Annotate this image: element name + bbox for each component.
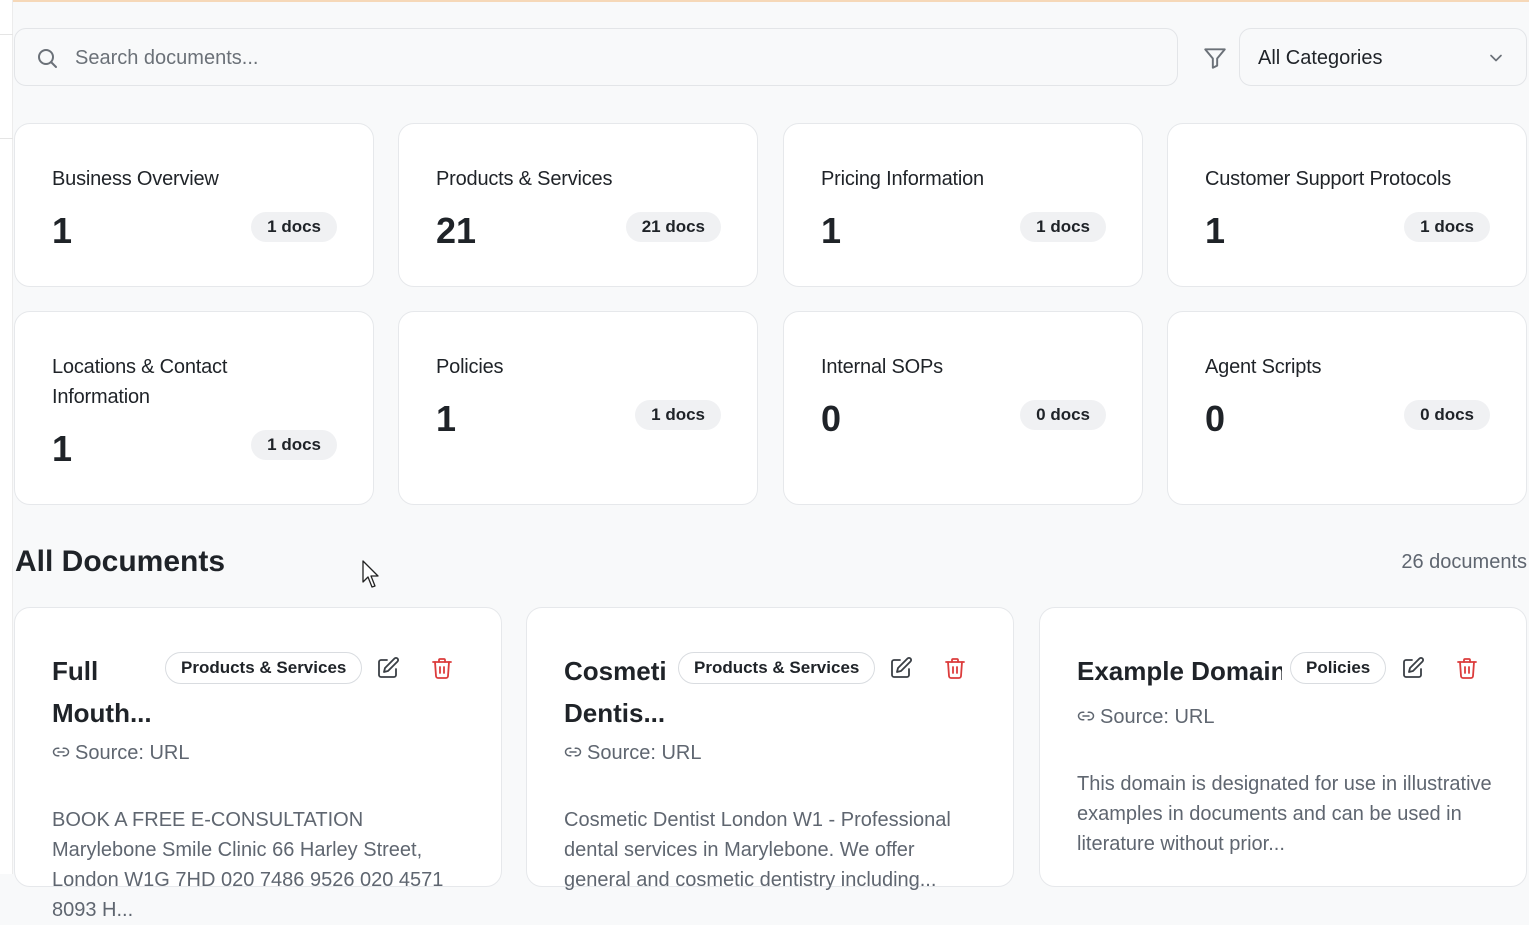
document-excerpt: Cosmetic Dentist London W1 - Professiona…: [564, 809, 951, 891]
edit-icon[interactable]: [376, 656, 400, 680]
category-doc-badge: 1 docs: [1020, 212, 1106, 242]
category-count: 0: [821, 398, 842, 439]
search-input[interactable]: [75, 39, 1155, 77]
document-source: Source: URL: [564, 742, 702, 765]
mouse-cursor-icon: [362, 560, 379, 588]
category-doc-badge: 0 docs: [1404, 400, 1490, 430]
search-box[interactable]: [14, 28, 1178, 86]
document-title[interactable]: Cosmetic Dentis...: [564, 650, 666, 734]
chevron-down-icon: [1490, 54, 1502, 62]
category-title: Internal SOPs: [821, 356, 943, 378]
category-select-value: All Categories: [1258, 47, 1383, 69]
category-count: 21: [436, 210, 477, 251]
document-card[interactable]: Full Mouth... Products & Services Source…: [14, 607, 502, 921]
link-icon: [1077, 711, 1095, 721]
document-title[interactable]: Full Mouth...: [52, 650, 162, 734]
trash-icon[interactable]: [943, 656, 967, 680]
category-card-policies[interactable]: Policies 1 1 docs: [398, 311, 758, 505]
edit-icon[interactable]: [889, 656, 913, 680]
search-icon: [38, 49, 57, 68]
category-card-pricing-information[interactable]: Pricing Information 1 1 docs: [783, 123, 1143, 287]
left-rail: [0, 0, 13, 874]
document-excerpt: This domain is designated for use in ill…: [1077, 773, 1492, 855]
category-count: 1: [821, 210, 842, 251]
category-count: 1: [436, 398, 457, 439]
link-icon: [564, 747, 582, 757]
category-doc-badge: 1 docs: [1404, 212, 1490, 242]
category-card-products-services[interactable]: Products & Services 21 21 docs: [398, 123, 758, 287]
category-title: Locations & Contact Information: [52, 356, 228, 408]
category-count: 1: [52, 210, 73, 251]
category-count: 0: [1205, 398, 1226, 439]
category-doc-badge: 0 docs: [1020, 400, 1106, 430]
category-select[interactable]: All Categories: [1239, 28, 1527, 86]
document-count: 26 documents: [1401, 551, 1527, 573]
category-title: Business Overview: [52, 168, 219, 190]
category-title: Products & Services: [436, 168, 613, 190]
category-title: Pricing Information: [821, 168, 984, 190]
trash-icon[interactable]: [430, 656, 454, 680]
top-accent-line: [0, 0, 1529, 2]
section-title: All Documents: [15, 545, 226, 578]
category-doc-badge: 21 docs: [625, 212, 721, 242]
link-icon: [52, 747, 70, 757]
document-title[interactable]: Example Domain: [1077, 650, 1282, 692]
trash-icon[interactable]: [1455, 656, 1479, 680]
category-title: Agent Scripts: [1205, 356, 1322, 378]
document-category-badge: Products & Services: [678, 652, 876, 684]
document-category-badge: Policies: [1290, 652, 1387, 684]
category-count: 1: [1205, 210, 1226, 251]
category-card-internal-sops[interactable]: Internal SOPs 0 0 docs: [783, 311, 1143, 505]
document-card[interactable]: Example Domain Policies Source: URL This…: [1039, 607, 1527, 887]
category-card-business-overview[interactable]: Business Overview 1 1 docs: [14, 123, 374, 287]
category-doc-badge: 1 docs: [251, 430, 337, 460]
document-card[interactable]: Cosmetic Dentis... Products & Services S…: [526, 607, 1014, 891]
document-source: Source: URL: [1077, 706, 1215, 729]
edit-icon[interactable]: [1401, 656, 1425, 680]
category-doc-badge: 1 docs: [635, 400, 721, 430]
category-doc-badge: 1 docs: [251, 212, 337, 242]
document-excerpt: BOOK A FREE E-CONSULTATION Marylebone Sm…: [52, 809, 444, 921]
category-title: Policies: [436, 356, 504, 378]
category-title: Customer Support Protocols: [1205, 168, 1452, 190]
category-count: 1: [52, 428, 73, 469]
document-category-badge: Products & Services: [165, 652, 363, 684]
document-source: Source: URL: [52, 742, 190, 765]
filter-icon[interactable]: [1202, 45, 1228, 71]
category-card-locations-contact[interactable]: Locations & Contact Information 1 1 docs: [14, 311, 374, 505]
category-card-agent-scripts[interactable]: Agent Scripts 0 0 docs: [1167, 311, 1527, 505]
category-card-customer-support-protocols[interactable]: Customer Support Protocols 1 1 docs: [1167, 123, 1527, 287]
